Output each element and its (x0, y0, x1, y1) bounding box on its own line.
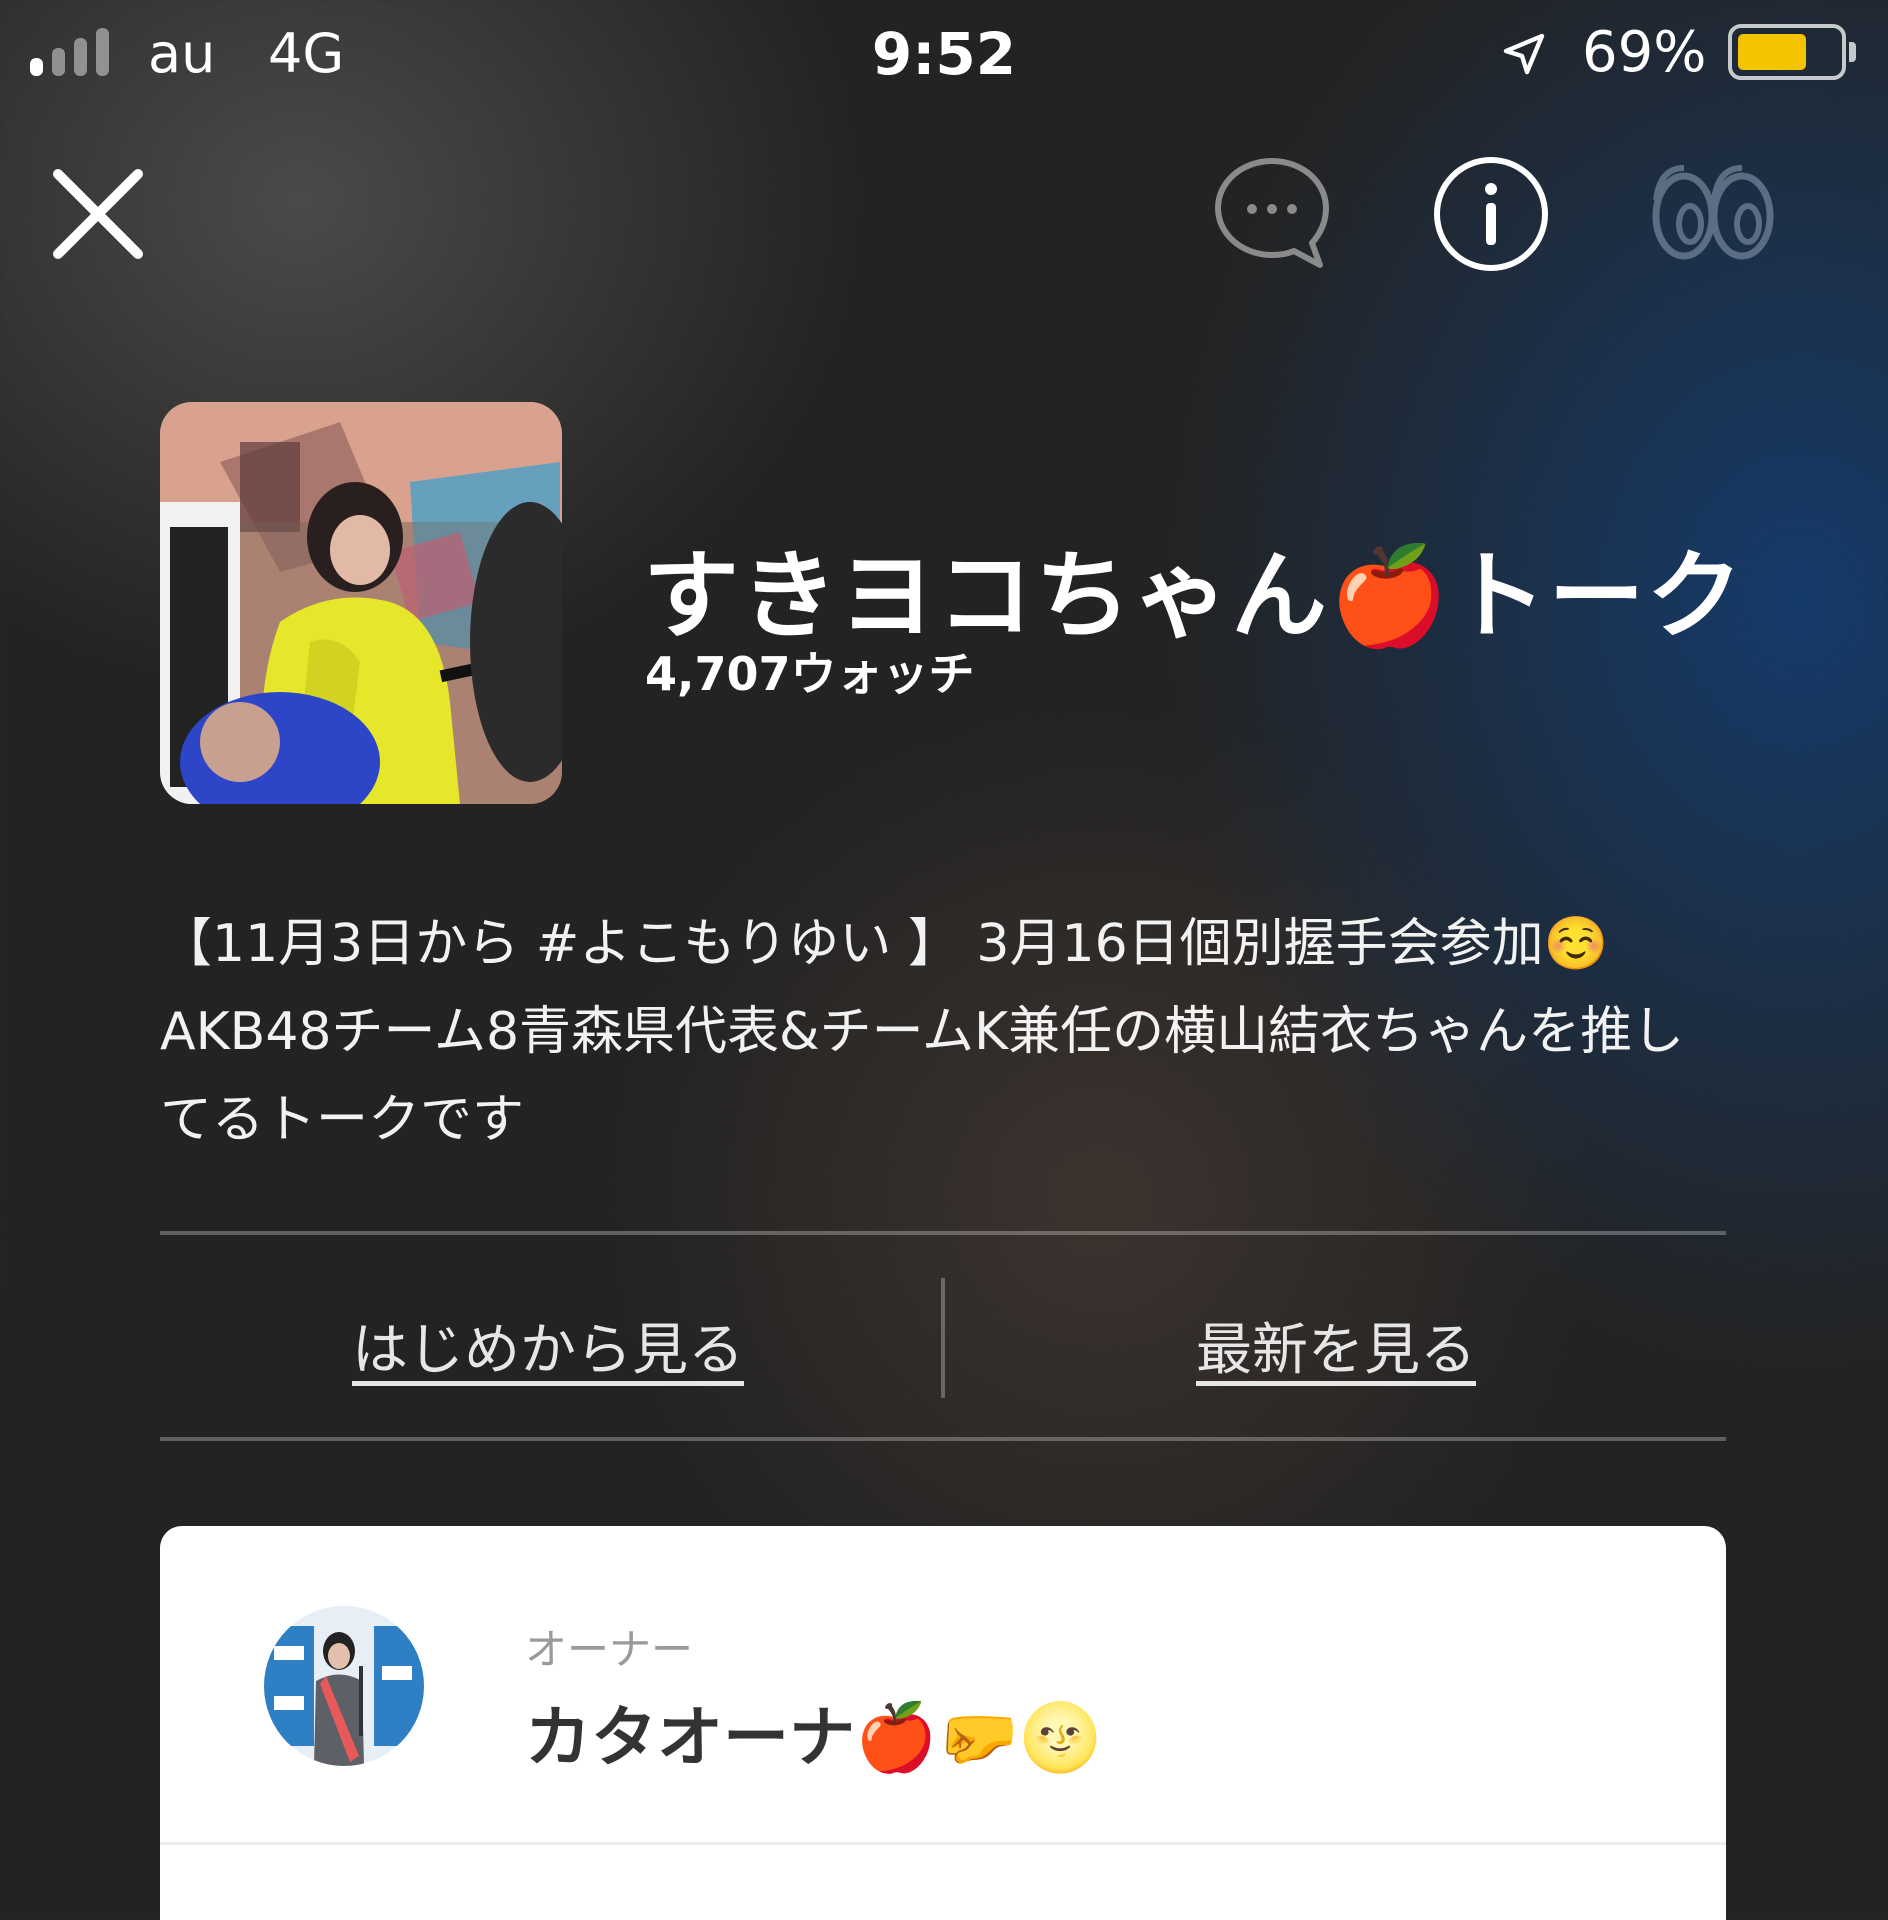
view-from-start-link[interactable]: はじめから見る (352, 1305, 744, 1386)
card-divider (160, 1842, 1726, 1845)
owner-card[interactable]: オーナー カタオーナ🍎🤛🌝 (160, 1526, 1726, 1920)
battery-tip (1849, 42, 1856, 62)
vertical-divider (941, 1278, 945, 1398)
owner-avatar-image (264, 1606, 424, 1766)
battery-icon (1728, 24, 1846, 80)
watch-count: 4,707ウォッチ (645, 647, 975, 701)
talk-title: すきヨコちゃん🍎トーク (643, 540, 1745, 652)
talk-thumbnail-image (160, 402, 562, 804)
chat-bubble-icon[interactable] (1212, 155, 1332, 273)
battery-percent: 69% (1582, 20, 1707, 85)
location-arrow-icon (1503, 33, 1545, 75)
avatar[interactable] (264, 1606, 424, 1766)
close-icon[interactable] (52, 168, 144, 260)
eyes-icon[interactable] (1650, 160, 1776, 264)
owner-label: オーナー (525, 1625, 694, 1674)
divider (160, 1231, 1726, 1235)
divider (160, 1437, 1726, 1441)
battery-level-fill (1738, 34, 1806, 70)
talk-thumbnail (160, 402, 562, 804)
owner-name: カタオーナ🍎🤛🌝 (525, 1699, 1102, 1776)
info-icon[interactable] (1432, 155, 1550, 273)
view-latest-link[interactable]: 最新を見る (1196, 1305, 1476, 1386)
status-bar: au 4G 9:52 69% (0, 0, 1888, 105)
talk-description: 【11月3日から #よこもりゆい 】 3月16日個別握手会参加☺️ AKB48チ… (160, 914, 1685, 1150)
